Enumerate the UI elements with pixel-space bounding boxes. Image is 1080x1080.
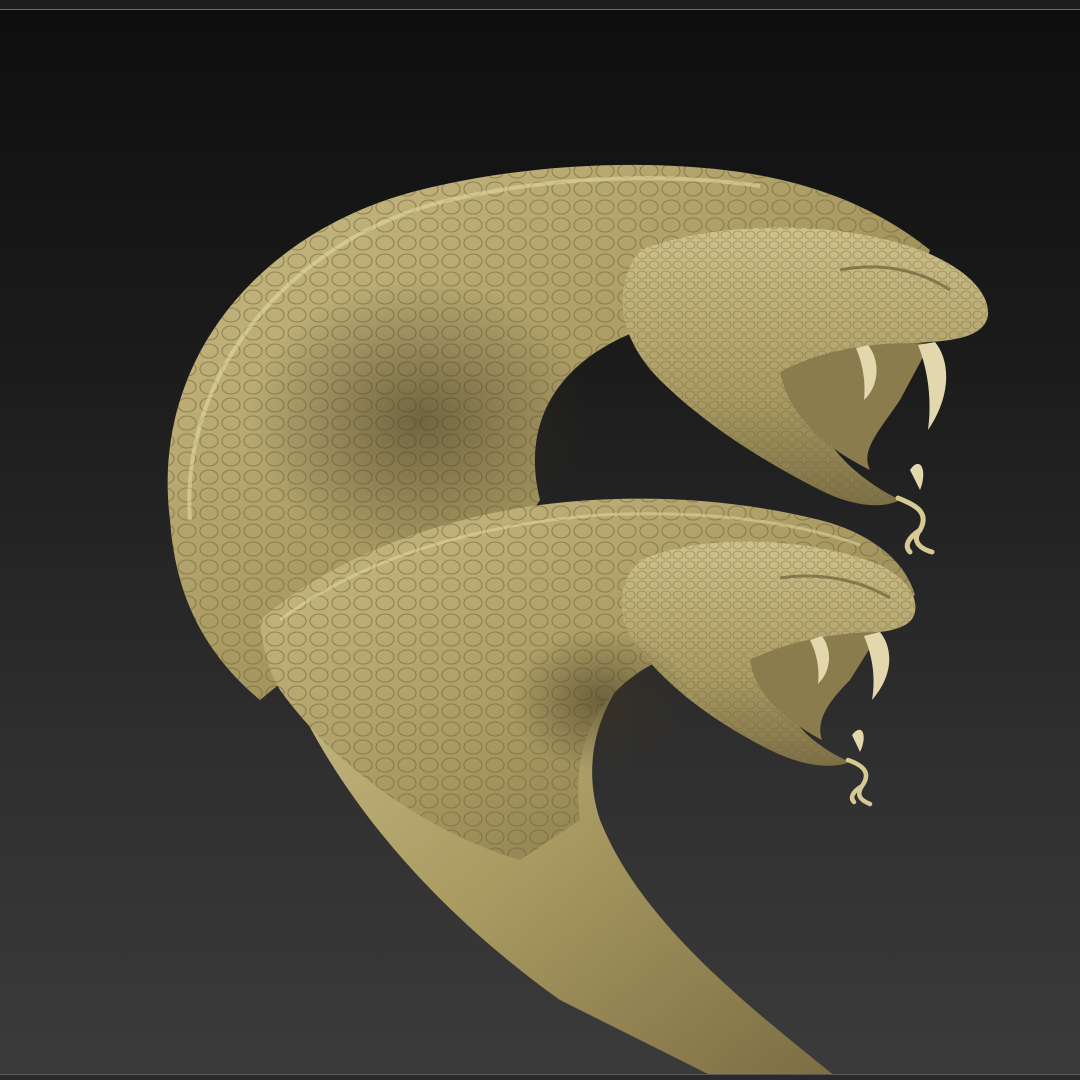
viewport-bottom-border xyxy=(0,1074,1080,1080)
serpent-lower-tongue xyxy=(845,757,873,807)
serpent-upper-tongue xyxy=(895,495,935,555)
serpent-upper-fang-large xyxy=(918,342,947,430)
serpent-model[interactable] xyxy=(0,0,1080,1080)
serpent-lower-fang-large xyxy=(864,632,890,700)
serpent-jaw-shadow xyxy=(510,630,690,770)
sculpt-viewport[interactable] xyxy=(0,0,1080,1080)
serpent-lower-lower-fang xyxy=(852,729,864,752)
serpent-upper-lower-fang xyxy=(910,463,924,490)
